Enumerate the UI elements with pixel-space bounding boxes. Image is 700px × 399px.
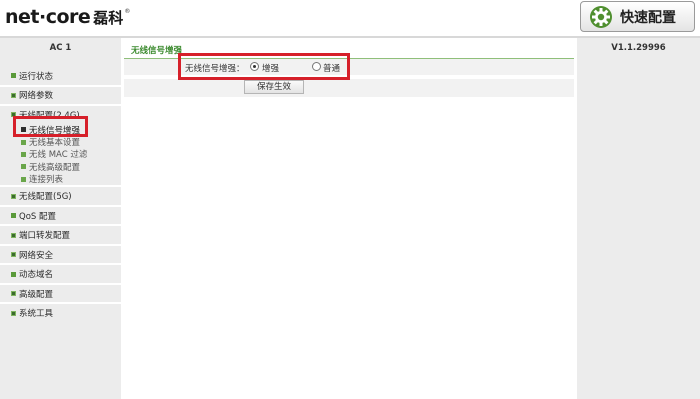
menu-item-port-forward[interactable]: 端口转发配置 (0, 226, 121, 244)
registered-mark: ® (124, 8, 131, 15)
menu-item-security[interactable]: 网络安全 (0, 246, 121, 264)
menu-item-system-tools[interactable]: 系统工具 (0, 304, 121, 322)
logo-chinese: 磊科 (93, 9, 124, 27)
square-bullet-icon (21, 176, 26, 182)
menu-item-wireless-24g[interactable]: 无线配置(2.4G) (0, 106, 121, 124)
header-bar: net·core 磊科 ® 快速配置 (0, 0, 700, 36)
menu-item-network[interactable]: 网络参数 (0, 87, 121, 105)
section-title: 无线信号增强 (131, 46, 183, 56)
radio-boost[interactable] (250, 62, 259, 71)
square-bullet-icon (21, 164, 26, 170)
menu-item-status[interactable]: 运行状态 (0, 67, 121, 85)
quick-setup-button[interactable]: 快速配置 (580, 1, 695, 32)
signal-boost-label: 无线信号增强： (185, 64, 245, 74)
content-panel: 无线信号增强 无线信号增强： 增强 普通 保存生效 (121, 38, 577, 399)
square-bullet-icon (11, 271, 16, 277)
grid-bullet-icon (11, 310, 16, 316)
submenu-item-advanced[interactable]: 无线高级配置 (0, 161, 121, 173)
nav-menu: 运行状态 网络参数 无线配置(2.4G) 无线信号增强 无线基本设置 无线 MA… (0, 67, 121, 322)
logo-text: net·core (5, 6, 91, 28)
square-bullet-icon (11, 73, 16, 79)
radio-normal[interactable] (312, 62, 321, 71)
menu-item-advanced[interactable]: 高级配置 (0, 285, 121, 303)
square-bullet-icon (21, 127, 26, 133)
grid-bullet-icon (11, 92, 16, 98)
square-bullet-icon (21, 151, 26, 157)
version-label: V1.1.29996 (611, 43, 666, 53)
menu-item-ddns[interactable]: 动态域名 (0, 265, 121, 283)
signal-boost-row: 无线信号增强： 增强 普通 (124, 59, 574, 75)
submenu-item-connections[interactable]: 连接列表 (0, 173, 121, 185)
version-panel: V1.1.29996 (577, 38, 700, 399)
grid-bullet-icon (11, 291, 16, 297)
square-bullet-icon (11, 213, 16, 219)
radio-boost-label: 增强 (262, 64, 280, 74)
device-name: AC 1 (49, 43, 72, 53)
square-bullet-icon (21, 139, 26, 145)
submenu-item-basic[interactable]: 无线基本设置 (0, 136, 121, 148)
save-button[interactable]: 保存生效 (244, 80, 304, 94)
action-row: 保存生效 (124, 79, 574, 97)
quick-setup-label: 快速配置 (620, 9, 676, 26)
sidebar: AC 1 运行状态 网络参数 无线配置(2.4G) 无线信号增强 无线基本设置 … (0, 38, 121, 399)
lines-bullet-icon (11, 112, 16, 118)
radio-normal-label: 普通 (323, 64, 341, 74)
submenu-item-signal-boost[interactable]: 无线信号增强 (0, 124, 121, 136)
gear-icon (590, 5, 612, 28)
grid-bullet-icon (11, 252, 16, 258)
submenu-item-mac-filter[interactable]: 无线 MAC 过滤 (0, 148, 121, 160)
grid-bullet-icon (11, 232, 16, 238)
menu-item-wireless-5g[interactable]: 无线配置(5G) (0, 187, 121, 205)
grid-bullet-icon (11, 193, 16, 199)
menu-item-qos[interactable]: QoS 配置 (0, 207, 121, 225)
netcore-logo: net·core 磊科 ® (5, 6, 130, 30)
